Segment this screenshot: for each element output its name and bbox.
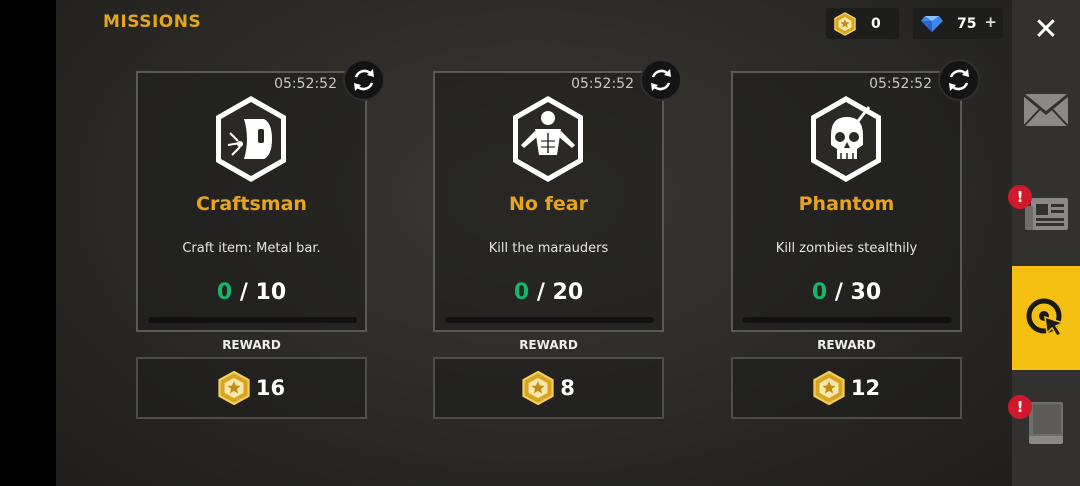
mission-timer: 05:52:52: [274, 76, 337, 92]
mission-progress-text: 0 / 30: [733, 280, 960, 305]
reward-box: 16: [136, 357, 367, 419]
mission-description: Kill zombies stealthily: [775, 241, 918, 256]
mission-description: Craft item: Metal bar.: [182, 241, 321, 256]
mission-name: No fear: [509, 193, 588, 215]
close-icon: ✕: [1033, 11, 1059, 47]
diamond-icon: [921, 15, 943, 32]
missions-panel: MISSIONS 0 75 + 05:52:52 Craftsman Craft…: [56, 0, 1012, 486]
reward-label: REWARD: [519, 338, 578, 352]
progress-current: 0: [811, 280, 828, 305]
add-gems-button[interactable]: +: [984, 13, 997, 31]
journal-icon: [1029, 402, 1063, 444]
left-letterbox: [0, 0, 56, 486]
gem-count: 75: [957, 15, 977, 32]
star-badge-icon: [218, 370, 250, 406]
reward-amount: 12: [850, 376, 881, 400]
missions-icon: [1026, 298, 1066, 337]
mission-card[interactable]: 05:52:52 Craftsman Craft item: Metal bar…: [136, 59, 385, 332]
progress-target: 20: [552, 280, 584, 305]
mission-card[interactable]: 05:52:52 Phantom Kill zombies stealthily: [731, 59, 980, 332]
mission-timer: 05:52:52: [869, 76, 932, 92]
mission-timer: 05:52:52: [571, 76, 634, 92]
progress-current: 0: [513, 280, 530, 305]
badge-count: 0: [871, 15, 881, 32]
progress-separator: /: [536, 280, 545, 305]
mail-icon: [1023, 93, 1069, 127]
reward-label: REWARD: [222, 338, 281, 352]
progress-current: 0: [216, 280, 233, 305]
reward-box: 8: [433, 357, 664, 419]
mission-name: Phantom: [798, 193, 895, 215]
right-sidebar: ✕ ! !: [1008, 0, 1080, 486]
progress-bar: [148, 317, 357, 323]
mission-description: Kill the marauders: [488, 241, 609, 256]
progress-target: 30: [850, 280, 882, 305]
progress-separator: /: [834, 280, 843, 305]
gem-currency[interactable]: 75 +: [913, 8, 1003, 39]
reward-amount: 16: [255, 376, 286, 400]
page-title: MISSIONS: [103, 12, 202, 32]
mission-name: Craftsman: [196, 193, 307, 215]
close-button[interactable]: ✕: [1012, 8, 1080, 50]
refresh-icon: [354, 69, 374, 91]
journal-alert-badge: !: [1008, 395, 1032, 419]
refresh-mission-button[interactable]: [938, 59, 980, 101]
skull-knife-icon: [811, 96, 881, 182]
mission-progress-text: 0 / 10: [138, 280, 365, 305]
news-alert-badge: !: [1008, 185, 1032, 209]
welding-mask-icon: [216, 96, 286, 182]
fighter-icon: [513, 96, 583, 182]
star-badge-icon: [834, 11, 856, 36]
reward-box: 12: [731, 357, 962, 419]
progress-target: 10: [255, 280, 287, 305]
mission-progress-text: 0 / 20: [435, 280, 662, 305]
refresh-icon: [651, 69, 671, 91]
star-badge-icon: [522, 370, 554, 406]
badge-currency: 0: [826, 8, 899, 39]
refresh-mission-button[interactable]: [343, 59, 385, 101]
star-badge-icon: [813, 370, 845, 406]
refresh-mission-button[interactable]: [640, 59, 682, 101]
mission-card[interactable]: 05:52:52 No fear Kill the marauders 0 /: [433, 59, 682, 332]
progress-separator: /: [239, 280, 248, 305]
reward-amount: 8: [560, 376, 575, 400]
progress-bar: [743, 317, 952, 323]
sidebar-item-mail[interactable]: [1012, 88, 1080, 132]
reward-label: REWARD: [817, 338, 876, 352]
progress-bar: [445, 317, 654, 323]
sidebar-item-missions[interactable]: [1012, 266, 1080, 370]
refresh-icon: [949, 69, 969, 91]
